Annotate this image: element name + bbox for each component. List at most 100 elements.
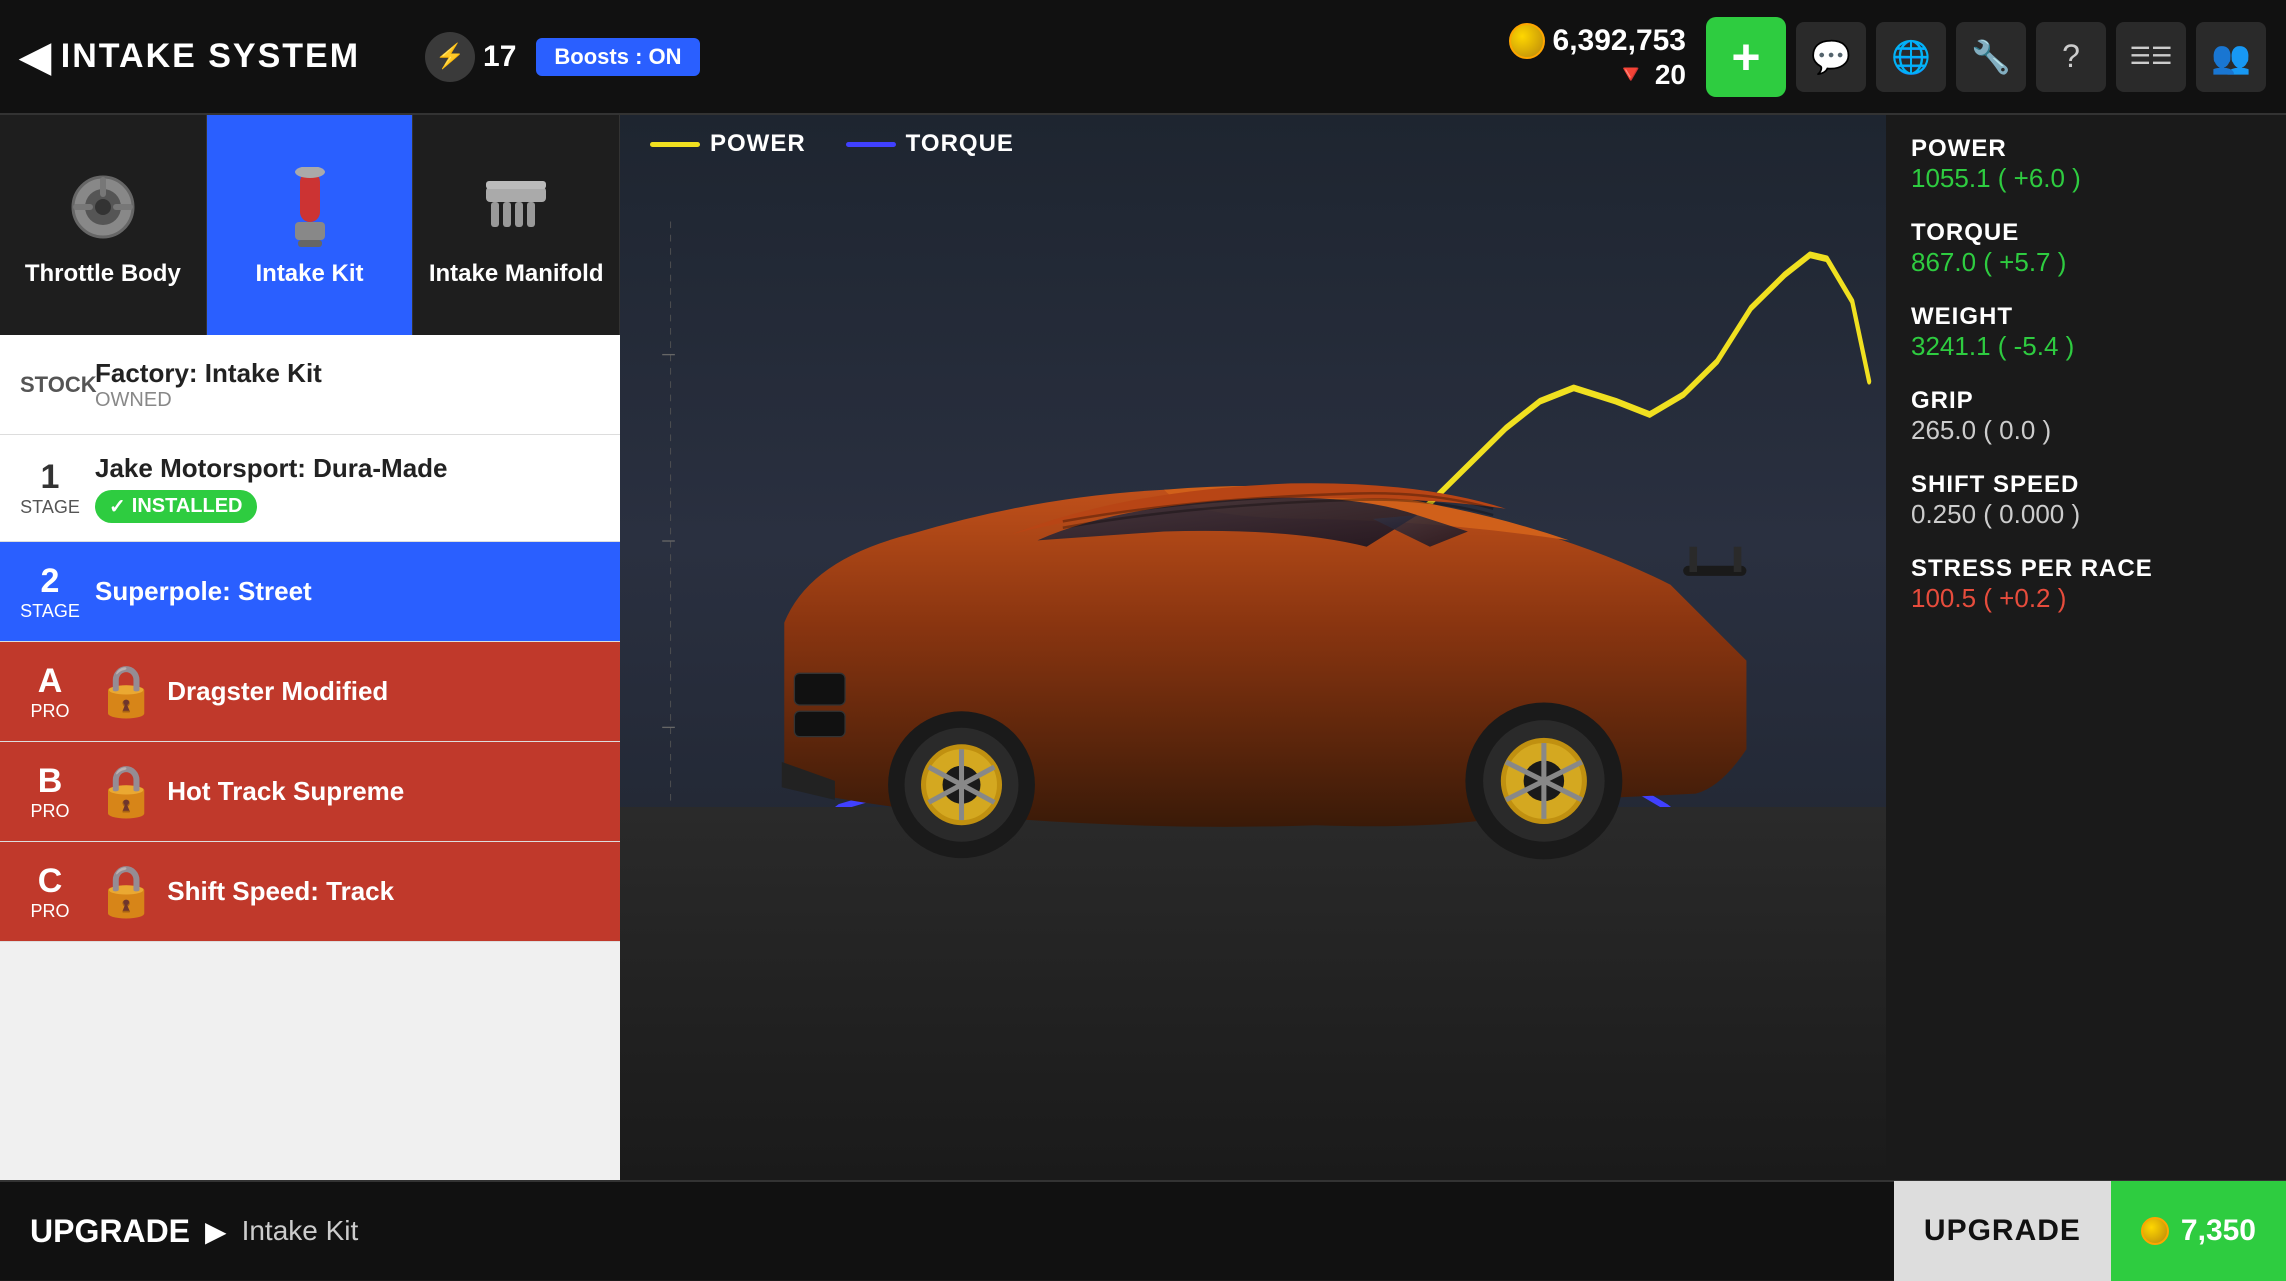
- page-title: INTAKE SYSTEM: [61, 37, 360, 76]
- stat-grip-name: GRIP: [1911, 387, 2261, 415]
- stage-c-text: PRO: [20, 901, 80, 922]
- stage-a-text: PRO: [20, 701, 80, 722]
- stat-power: POWER 1055.1 ( +6.0 ): [1911, 135, 2261, 194]
- play-icon: ▶: [205, 1215, 227, 1248]
- upgrade-button-cost[interactable]: 7,350: [2111, 1181, 2286, 1281]
- stage-c-label: C PRO: [20, 862, 80, 922]
- main-chart-area: POWER TORQUE: [620, 115, 1886, 1180]
- car-svg: [683, 222, 1822, 1074]
- lock-icon-c: 🔒: [95, 862, 157, 921]
- torque-label: TORQUE: [906, 130, 1014, 158]
- add-currency-button[interactable]: +: [1706, 17, 1786, 97]
- lightning-value: 17: [483, 40, 516, 74]
- upgrade-stage2-name: Superpole: Street: [95, 576, 600, 607]
- upgrade-stock-name: Factory: Intake Kit: [95, 358, 600, 389]
- menu-icon[interactable]: ☰☰: [2116, 22, 2186, 92]
- installed-badge: ✓ INSTALLED: [95, 490, 257, 523]
- stat-torque: TORQUE 867.0 ( +5.7 ): [1911, 219, 2261, 278]
- upgrade-stock[interactable]: STOCK Factory: Intake Kit OWNED: [0, 335, 620, 435]
- stage1-label: 1 STAGE: [20, 458, 80, 518]
- upgrade-pro-a-info: Dragster Modified: [167, 676, 600, 707]
- tab-bar: Throttle Body Intake Kit Intake Manifold: [0, 115, 620, 335]
- stage2-num: 2: [20, 562, 80, 601]
- upgrade-list: STOCK Factory: Intake Kit OWNED 1 STAGE …: [0, 335, 620, 1180]
- bottom-upgrade-info: UPGRADE ▶ Intake Kit: [0, 1213, 1894, 1250]
- back-button[interactable]: ◀ INTAKE SYSTEM: [20, 34, 360, 80]
- stat-shift-name: SHIFT SPEED: [1911, 471, 2261, 499]
- stage-a-label: A PRO: [20, 662, 80, 722]
- intake-kit-icon: [265, 162, 355, 252]
- stat-power-value: 1055.1 ( +6.0 ): [1911, 163, 2261, 194]
- stat-stress: STRESS PER RACE 100.5 ( +0.2 ): [1911, 555, 2261, 614]
- stage-b-num: B: [20, 762, 80, 801]
- header-icons: 💬 🌐 🔧 ? ☰☰ 👥: [1796, 22, 2266, 92]
- upgrade-stage2[interactable]: 2 STAGE Superpole: Street: [0, 542, 620, 642]
- upgrade-stage1[interactable]: 1 STAGE Jake Motorsport: Dura-Made ✓ INS…: [0, 435, 620, 542]
- coin-row: 6,392,753: [1509, 23, 1686, 59]
- tab-throttle-body[interactable]: Throttle Body: [0, 115, 207, 335]
- stage1-text: STAGE: [20, 497, 80, 518]
- stat-weight: WEIGHT 3241.1 ( -5.4 ): [1911, 303, 2261, 362]
- stat-shift-speed: SHIFT SPEED 0.250 ( 0.000 ): [1911, 471, 2261, 530]
- stat-weight-name: WEIGHT: [1911, 303, 2261, 331]
- lightning-icon: ⚡: [425, 32, 475, 82]
- stat-stress-value: 100.5 ( +0.2 ): [1911, 583, 2261, 614]
- power-label: POWER: [710, 130, 806, 158]
- cost-value: 7,350: [2181, 1214, 2256, 1248]
- torque-line-indicator: [846, 142, 896, 147]
- chat-icon[interactable]: 💬: [1796, 22, 1866, 92]
- intake-manifold-icon: [471, 162, 561, 252]
- stat-grip-value: 265.0 ( 0.0 ): [1911, 415, 2261, 446]
- tab-intake-kit[interactable]: Intake Kit: [207, 115, 414, 335]
- cost-coin-icon: [2141, 1217, 2169, 1245]
- stage-b-text: PRO: [20, 801, 80, 822]
- header: ◀ INTAKE SYSTEM ⚡ 17 Boosts : ON 6,392,7…: [0, 0, 2286, 115]
- throttle-body-icon: [58, 162, 148, 252]
- stat-stress-name: STRESS PER RACE: [1911, 555, 2261, 583]
- stage2-label: 2 STAGE: [20, 562, 80, 622]
- chart-legend: POWER TORQUE: [650, 130, 1014, 158]
- stage-c-num: C: [20, 862, 80, 901]
- stat-shift-value: 0.250 ( 0.000 ): [1911, 499, 2261, 530]
- stage2-text: STAGE: [20, 601, 80, 622]
- coin-value: 6,392,753: [1553, 24, 1686, 58]
- stage-stock-label: STOCK: [20, 372, 80, 398]
- upgrade-pro-c[interactable]: C PRO 🔒 Shift Speed: Track: [0, 842, 620, 942]
- upgrade-stage1-info: Jake Motorsport: Dura-Made ✓ INSTALLED: [95, 453, 600, 523]
- upgrade-stage1-name: Jake Motorsport: Dura-Made: [95, 453, 600, 484]
- wrench-icon[interactable]: 🔧: [1956, 22, 2026, 92]
- upgrade-button-label[interactable]: UPGRADE: [1894, 1181, 2111, 1281]
- upgrade-stock-info: Factory: Intake Kit OWNED: [95, 358, 600, 412]
- boost-badge[interactable]: Boosts : ON: [536, 38, 699, 76]
- upgrade-pro-b-info: Hot Track Supreme: [167, 776, 600, 807]
- stat-torque-name: TORQUE: [1911, 219, 2261, 247]
- players-icon[interactable]: 👥: [2196, 22, 2266, 92]
- upgrade-pro-c-info: Shift Speed: Track: [167, 876, 600, 907]
- coin-icon: [1509, 23, 1545, 59]
- gem-row: 🔻 20: [1614, 59, 1686, 91]
- upgrade-label: UPGRADE: [30, 1213, 190, 1250]
- stage-stock-num: STOCK: [20, 372, 80, 398]
- stats-panel: POWER 1055.1 ( +6.0 ) TORQUE 867.0 ( +5.…: [1886, 115, 2286, 1180]
- tab-intake-label: Intake Kit: [255, 260, 363, 288]
- stat-grip: GRIP 265.0 ( 0.0 ): [1911, 387, 2261, 446]
- globe-icon[interactable]: 🌐: [1876, 22, 1946, 92]
- upgrade-stock-sub: OWNED: [95, 389, 600, 412]
- upgrade-button-area[interactable]: UPGRADE 7,350: [1894, 1181, 2286, 1281]
- help-icon[interactable]: ?: [2036, 22, 2106, 92]
- stat-torque-value: 867.0 ( +5.7 ): [1911, 247, 2261, 278]
- back-arrow-icon: ◀: [20, 34, 51, 80]
- upgrade-pro-a[interactable]: A PRO 🔒 Dragster Modified: [0, 642, 620, 742]
- bottom-bar: UPGRADE ▶ Intake Kit UPGRADE 7,350: [0, 1180, 2286, 1280]
- upgrade-pro-c-name: Shift Speed: Track: [167, 876, 600, 907]
- tab-intake-manifold[interactable]: Intake Manifold: [413, 115, 620, 335]
- stage1-num: 1: [20, 458, 80, 497]
- upgrade-pro-b-name: Hot Track Supreme: [167, 776, 600, 807]
- car-display: [620, 115, 1886, 1180]
- lock-icon-b: 🔒: [95, 762, 157, 821]
- upgrade-stage2-info: Superpole: Street: [95, 576, 600, 607]
- gem-value: 20: [1655, 59, 1686, 91]
- upgrade-pro-b[interactable]: B PRO 🔒 Hot Track Supreme: [0, 742, 620, 842]
- lock-icon-a: 🔒: [95, 662, 157, 721]
- check-icon: ✓: [109, 494, 126, 519]
